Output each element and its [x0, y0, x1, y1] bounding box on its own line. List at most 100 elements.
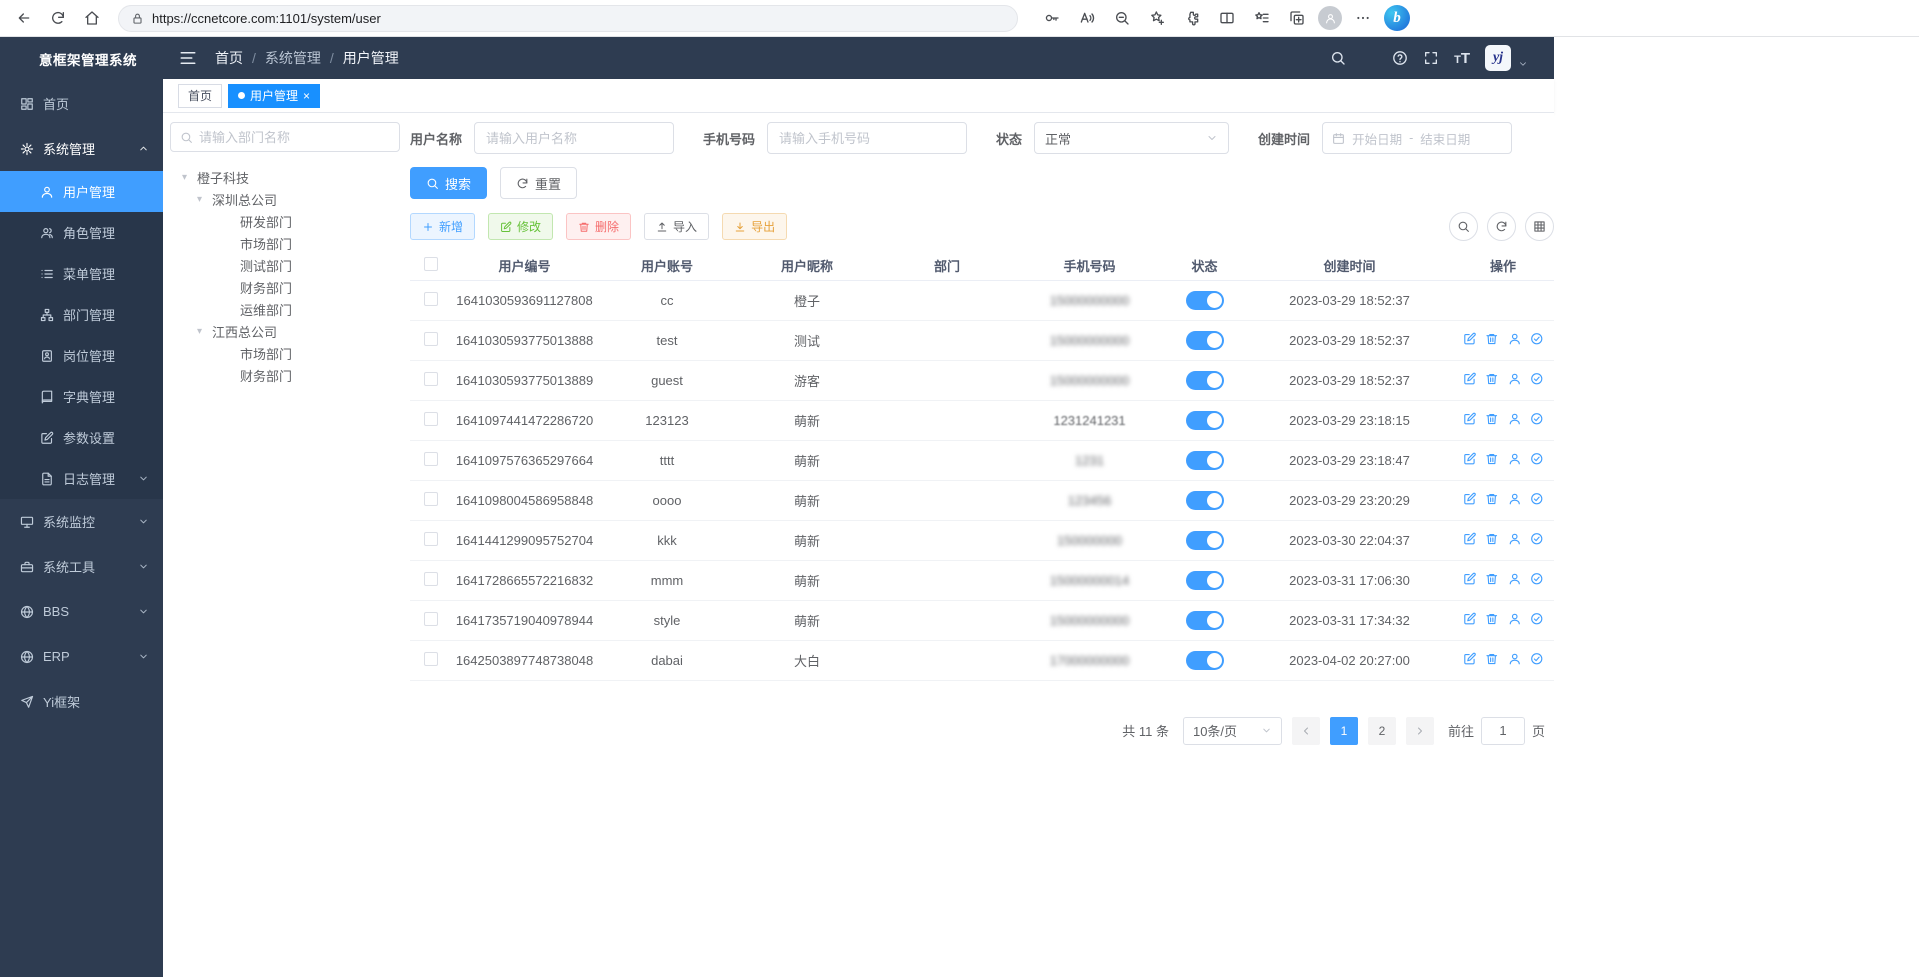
delete-button[interactable]: 删除 — [566, 213, 631, 240]
row-reset-password-icon[interactable] — [1508, 412, 1522, 426]
tab-home[interactable]: 首页 — [178, 84, 222, 108]
phone-input[interactable] — [767, 122, 967, 154]
row-assign-role-icon[interactable] — [1530, 492, 1544, 506]
page-button-2[interactable]: 2 — [1368, 717, 1396, 745]
row-edit-icon[interactable] — [1463, 652, 1477, 666]
browser-menu-icon[interactable] — [1349, 4, 1377, 32]
add-button[interactable]: 新增 — [410, 213, 475, 240]
status-toggle[interactable] — [1186, 291, 1224, 310]
status-toggle[interactable] — [1186, 451, 1224, 470]
row-checkbox[interactable] — [424, 412, 438, 426]
row-edit-icon[interactable] — [1463, 372, 1477, 386]
row-reset-password-icon[interactable] — [1508, 332, 1522, 346]
collections-icon[interactable] — [1283, 4, 1311, 32]
browser-back-button[interactable] — [10, 4, 38, 32]
status-toggle[interactable] — [1186, 571, 1224, 590]
tree-node[interactable]: 测试部门 — [170, 254, 400, 276]
row-delete-icon[interactable] — [1485, 412, 1499, 426]
row-delete-icon[interactable] — [1485, 652, 1499, 666]
status-toggle[interactable] — [1186, 651, 1224, 670]
sidebar-item-system-tools[interactable]: 系统工具 — [0, 544, 163, 589]
row-reset-password-icon[interactable] — [1508, 532, 1522, 546]
date-range-picker[interactable]: 开始日期 - 结束日期 — [1322, 122, 1512, 154]
row-checkbox[interactable] — [424, 572, 438, 586]
github-icon[interactable] — [1361, 50, 1377, 66]
zoom-icon[interactable] — [1108, 4, 1136, 32]
favorites-icon[interactable] — [1248, 4, 1276, 32]
tree-node[interactable]: 财务部门 — [170, 276, 400, 298]
row-reset-password-icon[interactable] — [1508, 372, 1522, 386]
row-delete-icon[interactable] — [1485, 492, 1499, 506]
page-button-1[interactable]: 1 — [1330, 717, 1358, 745]
row-reset-password-icon[interactable] — [1508, 572, 1522, 586]
status-toggle[interactable] — [1186, 371, 1224, 390]
breadcrumb-home[interactable]: 首页 — [215, 48, 243, 68]
status-toggle[interactable] — [1186, 491, 1224, 510]
row-edit-icon[interactable] — [1463, 332, 1477, 346]
row-edit-icon[interactable] — [1463, 532, 1477, 546]
row-reset-password-icon[interactable] — [1508, 652, 1522, 666]
row-edit-icon[interactable] — [1463, 612, 1477, 626]
row-assign-role-icon[interactable] — [1530, 412, 1544, 426]
sidebar-item-log-management[interactable]: 日志管理 — [0, 458, 163, 499]
split-screen-icon[interactable] — [1213, 4, 1241, 32]
tree-node[interactable]: 运维部门 — [170, 298, 400, 320]
row-delete-icon[interactable] — [1485, 332, 1499, 346]
tab-user-management[interactable]: 用户管理 × — [228, 84, 320, 108]
search-button[interactable]: 搜索 — [410, 167, 487, 199]
row-reset-password-icon[interactable] — [1508, 452, 1522, 466]
sidebar-item-dept-management[interactable]: 部门管理 — [0, 294, 163, 335]
browser-home-button[interactable] — [78, 4, 106, 32]
prev-page-button[interactable] — [1292, 717, 1320, 745]
row-delete-icon[interactable] — [1485, 452, 1499, 466]
export-button[interactable]: 导出 — [722, 213, 787, 240]
row-assign-role-icon[interactable] — [1530, 532, 1544, 546]
row-checkbox[interactable] — [424, 372, 438, 386]
row-assign-role-icon[interactable] — [1530, 452, 1544, 466]
help-icon[interactable] — [1392, 50, 1408, 66]
row-delete-icon[interactable] — [1485, 612, 1499, 626]
tree-node[interactable]: 市场部门 — [170, 342, 400, 364]
password-icon[interactable] — [1038, 4, 1066, 32]
read-aloud-icon[interactable] — [1073, 4, 1101, 32]
column-settings-button[interactable] — [1525, 212, 1554, 241]
status-select[interactable]: 正常 — [1034, 122, 1229, 154]
page-size-select[interactable]: 10条/页 — [1183, 717, 1282, 745]
address-bar[interactable]: https://ccnetcore.com:1101/system/user — [118, 5, 1018, 32]
row-edit-icon[interactable] — [1463, 452, 1477, 466]
reset-button[interactable]: 重置 — [500, 167, 577, 199]
row-reset-password-icon[interactable] — [1508, 492, 1522, 506]
row-edit-icon[interactable] — [1463, 572, 1477, 586]
row-checkbox[interactable] — [424, 492, 438, 506]
row-reset-password-icon[interactable] — [1508, 612, 1522, 626]
row-edit-icon[interactable] — [1463, 492, 1477, 506]
edit-button[interactable]: 修改 — [488, 213, 553, 240]
department-search-input[interactable] — [199, 130, 390, 145]
row-delete-icon[interactable] — [1485, 372, 1499, 386]
goto-page-input[interactable] — [1481, 717, 1525, 745]
tree-node[interactable]: 财务部门 — [170, 364, 400, 386]
row-delete-icon[interactable] — [1485, 572, 1499, 586]
tree-node[interactable]: ▾深圳总公司 — [170, 188, 400, 210]
row-assign-role-icon[interactable] — [1530, 612, 1544, 626]
row-checkbox[interactable] — [424, 332, 438, 346]
sidebar-item-bbs[interactable]: BBS — [0, 589, 163, 634]
extensions-icon[interactable] — [1178, 4, 1206, 32]
browser-refresh-button[interactable] — [44, 4, 72, 32]
sidebar-item-post-management[interactable]: 岗位管理 — [0, 335, 163, 376]
table-refresh-button[interactable] — [1487, 212, 1516, 241]
table-search-button[interactable] — [1449, 212, 1478, 241]
row-checkbox[interactable] — [424, 452, 438, 466]
sidebar-item-dict-management[interactable]: 字典管理 — [0, 376, 163, 417]
breadcrumb-system[interactable]: 系统管理 — [265, 48, 321, 68]
browser-profile-avatar[interactable] — [1318, 6, 1342, 30]
tree-node[interactable]: 研发部门 — [170, 210, 400, 232]
sidebar-item-system-monitor[interactable]: 系统监控 — [0, 499, 163, 544]
select-all-checkbox[interactable] — [424, 257, 438, 271]
fullscreen-icon[interactable] — [1423, 50, 1439, 66]
sidebar-item-param-settings[interactable]: 参数设置 — [0, 417, 163, 458]
row-assign-role-icon[interactable] — [1530, 572, 1544, 586]
sidebar-item-menu-management[interactable]: 菜单管理 — [0, 253, 163, 294]
row-checkbox[interactable] — [424, 292, 438, 306]
username-input[interactable] — [474, 122, 674, 154]
